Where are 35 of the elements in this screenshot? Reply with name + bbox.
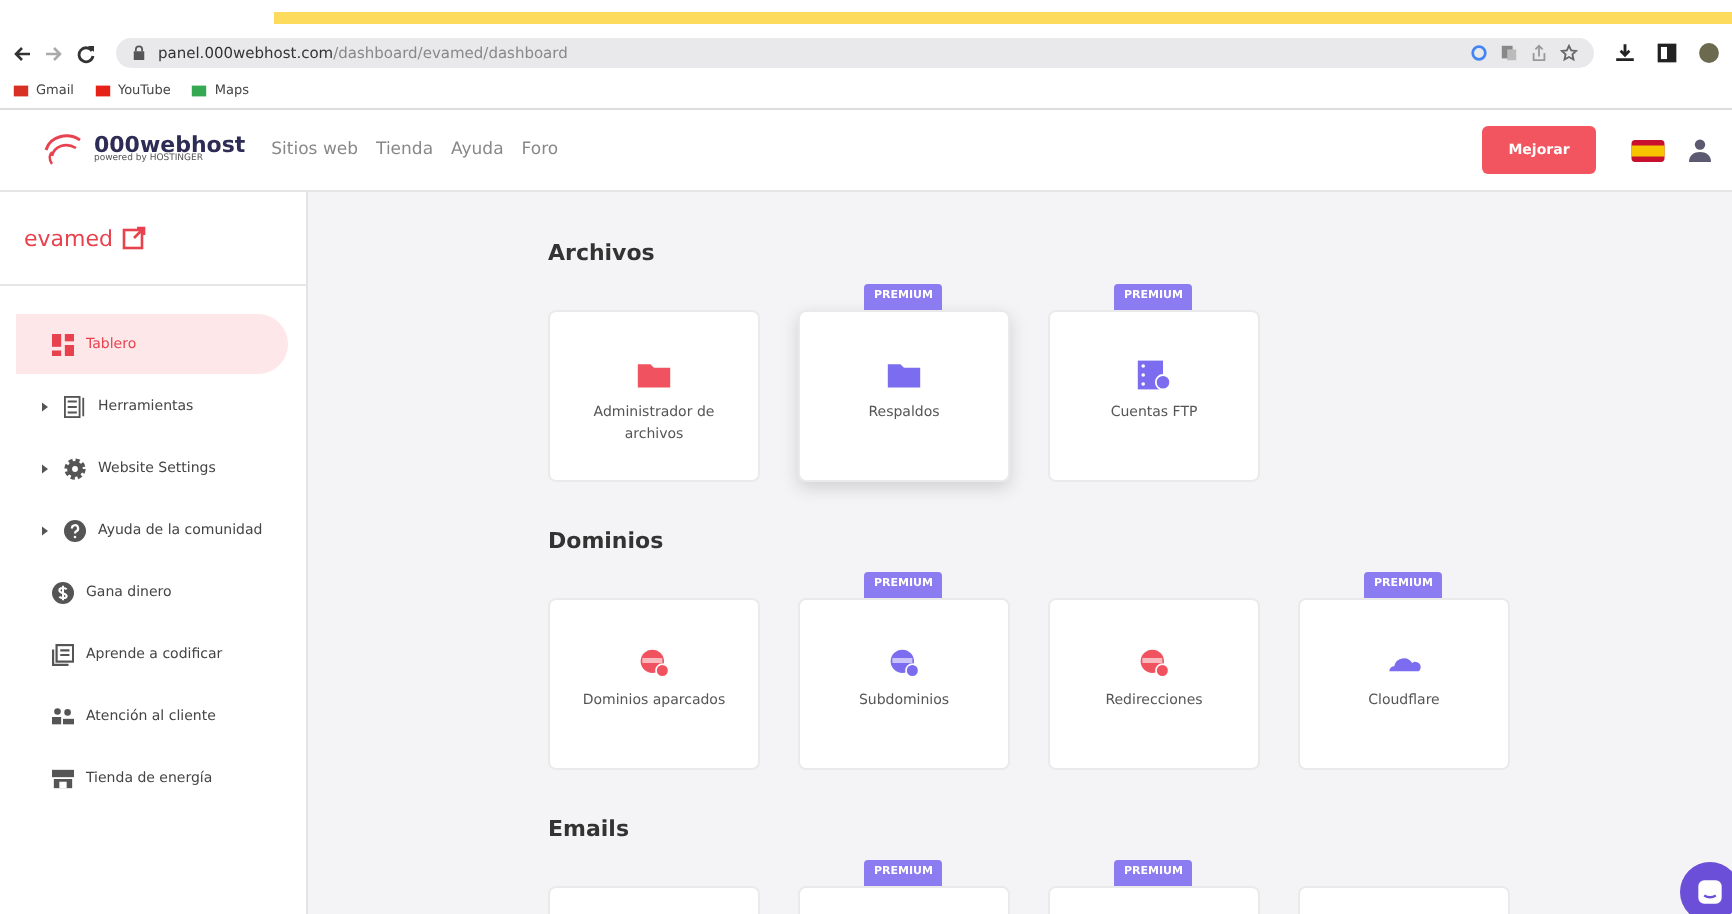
section-title: Dominios — [548, 528, 666, 554]
gear-icon — [64, 457, 86, 479]
download-icon[interactable] — [1614, 42, 1636, 64]
section-title: Archivos — [548, 240, 657, 266]
grid-icon — [52, 333, 74, 355]
forward-icon[interactable] — [44, 43, 64, 63]
site-name[interactable]: evamed — [24, 225, 113, 251]
store-icon — [52, 767, 74, 789]
google-icon[interactable] — [1470, 44, 1488, 62]
chat-button[interactable] — [1680, 862, 1732, 914]
star-icon[interactable] — [1560, 44, 1578, 62]
help-icon — [64, 519, 86, 541]
bookmark-icon — [12, 81, 30, 99]
bookmark-icon — [190, 81, 209, 99]
nav-link[interactable]: Tienda — [376, 140, 434, 160]
avatar-icon[interactable] — [1698, 42, 1720, 64]
share-icon[interactable] — [1530, 44, 1548, 62]
reload-icon[interactable] — [76, 43, 96, 63]
nav-link[interactable]: Sitios web — [271, 140, 359, 160]
user-icon[interactable] — [1688, 138, 1712, 162]
back-icon[interactable] — [12, 43, 32, 63]
people-icon — [52, 705, 74, 727]
external-link-icon[interactable] — [122, 226, 147, 250]
lock-icon — [132, 44, 146, 62]
chat-icon — [1696, 878, 1724, 906]
nav-link[interactable]: Foro — [521, 140, 559, 160]
dollar-icon — [52, 581, 74, 603]
bookmark-icon — [93, 81, 112, 99]
side-panel-icon[interactable] — [1656, 42, 1678, 64]
nav-link[interactable]: Ayuda — [451, 140, 504, 160]
book-icon — [52, 643, 74, 665]
section-title: Emails — [548, 816, 631, 842]
translate-icon[interactable] — [1500, 44, 1518, 62]
list-icon — [64, 395, 86, 417]
flag-icon[interactable] — [1630, 139, 1666, 161]
